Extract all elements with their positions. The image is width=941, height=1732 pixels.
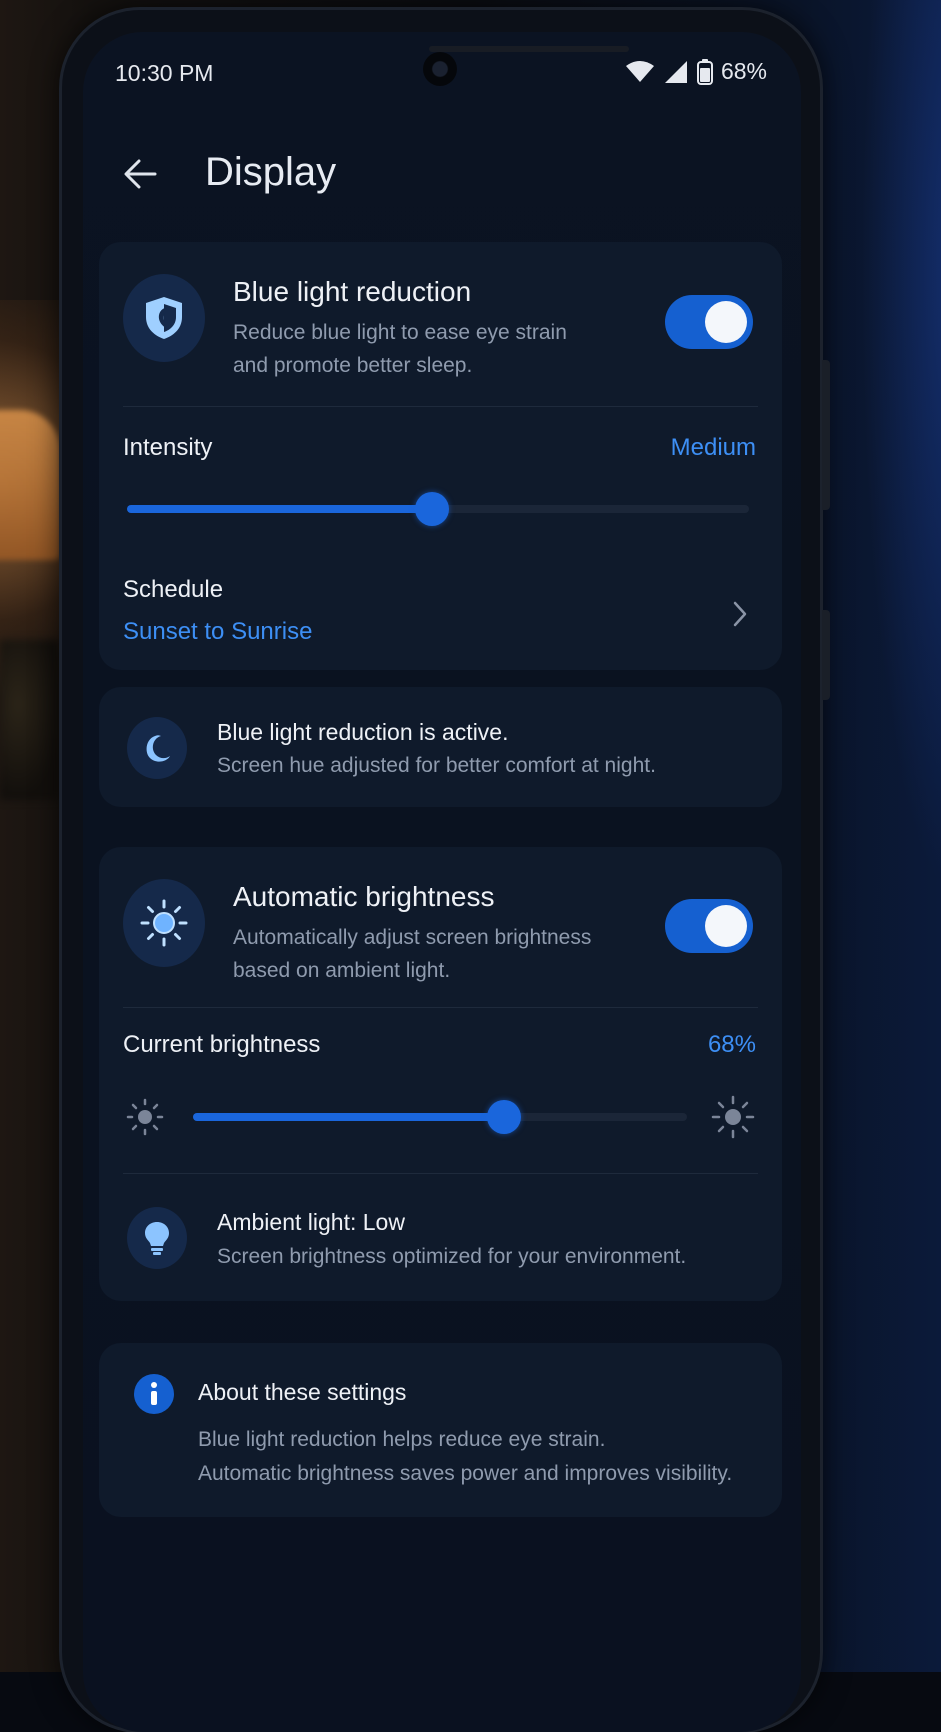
divider: [123, 1173, 758, 1174]
intensity-slider-fill: [127, 505, 432, 513]
about-title: About these settings: [198, 1379, 407, 1405]
moon-icon: [146, 735, 170, 762]
earpiece: [429, 46, 629, 52]
back-arrow-icon[interactable]: [121, 154, 161, 194]
brightness-slider-fill: [193, 1113, 505, 1121]
front-camera: [423, 52, 457, 86]
intensity-slider-thumb[interactable]: [414, 492, 449, 526]
volume-button: [822, 360, 830, 510]
status-time: 10:30 PM: [115, 60, 214, 86]
active-notice-subtitle: Screen hue adjusted for better comfort a…: [217, 754, 656, 777]
auto-brightness-desc-2: based on ambient light.: [233, 959, 451, 982]
intensity-label: Intensity: [123, 434, 213, 461]
moon-icon-badge: [127, 717, 187, 779]
intensity-slider[interactable]: [127, 492, 749, 526]
status-icons: 68%: [625, 58, 767, 85]
battery-percent: 68%: [720, 58, 767, 84]
info-icon: [134, 1374, 174, 1414]
blue-light-toggle[interactable]: [665, 295, 753, 349]
blue-light-desc-1: Reduce blue light to ease eye strain: [233, 321, 567, 344]
signal-icon: [664, 60, 687, 83]
shield-icon: [146, 297, 182, 339]
current-brightness-value: 68%: [707, 1031, 756, 1058]
shield-icon-badge: [123, 274, 205, 362]
brightness-high-icon: [711, 1095, 755, 1139]
active-notice-title: Blue light reduction is active.: [217, 719, 509, 745]
phone-screen: 10:30 PM 68% Display Blue light reductio…: [83, 32, 801, 1732]
schedule-value: Sunset to Sunrise: [123, 618, 313, 645]
about-line-1: Blue light reduction helps reduce eye st…: [198, 1428, 606, 1451]
lightbulb-icon-badge: [127, 1207, 187, 1269]
divider: [123, 1007, 758, 1008]
about-card: About these settings Blue light reductio…: [99, 1343, 782, 1517]
lamp-shade: [0, 410, 60, 560]
active-notice-card: Blue light reduction is active. Screen h…: [99, 687, 782, 807]
toggle-knob: [705, 301, 747, 343]
blue-light-card: Blue light reduction Reduce blue light t…: [99, 242, 782, 670]
battery-icon: [696, 58, 713, 85]
sun-icon-badge: [123, 879, 205, 967]
plant-silhouette: [0, 640, 60, 800]
blue-light-desc-2: and promote better sleep.: [233, 354, 473, 377]
auto-brightness-card: Automatic brightness Automatically adjus…: [99, 847, 782, 1301]
auto-brightness-toggle[interactable]: [665, 899, 753, 953]
chevron-right-icon: [733, 601, 747, 627]
intensity-value: Medium: [670, 434, 756, 461]
blue-light-title: Blue light reduction: [233, 276, 472, 307]
divider: [123, 406, 758, 407]
power-button: [822, 610, 830, 700]
wifi-icon: [625, 60, 654, 82]
auto-brightness-desc-1: Automatically adjust screen brightness: [233, 926, 592, 949]
brightness-low-icon: [126, 1098, 164, 1136]
schedule-row[interactable]: Schedule Sunset to Sunrise: [99, 562, 782, 662]
sun-icon: [140, 899, 188, 947]
current-brightness-label: Current brightness: [123, 1031, 321, 1058]
ambient-light-subtitle: Screen brightness optimized for your env…: [217, 1245, 687, 1268]
brightness-slider[interactable]: [193, 1100, 687, 1134]
window-glow: [861, 0, 941, 900]
schedule-label: Schedule: [123, 576, 224, 603]
toggle-knob: [705, 905, 747, 947]
about-line-2: Automatic brightness saves power and imp…: [198, 1462, 733, 1485]
brightness-slider-thumb[interactable]: [487, 1100, 522, 1134]
lightbulb-icon: [145, 1222, 169, 1255]
auto-brightness-title: Automatic brightness: [233, 881, 495, 912]
ambient-light-title: Ambient light: Low: [217, 1209, 405, 1235]
page-title: Display: [205, 150, 337, 194]
